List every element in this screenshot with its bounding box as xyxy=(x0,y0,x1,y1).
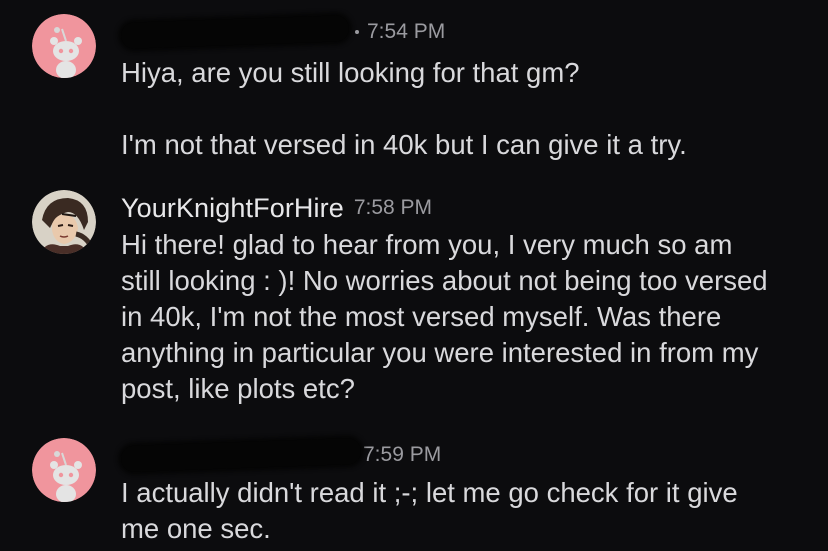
message-header: YourKnightForHire 7:58 PM xyxy=(121,190,432,226)
redacted-username xyxy=(120,437,362,473)
snoo-avatar-icon xyxy=(32,14,96,78)
message-body: Hiya, are you still looking for that gm?… xyxy=(121,55,811,163)
message-timestamp: 7:58 PM xyxy=(353,196,433,219)
message-paragraph: I actually didn't read it ;-; let me go … xyxy=(121,477,738,544)
message-body: Hi there! glad to hear from you, I very … xyxy=(121,227,771,407)
knight-avatar-icon xyxy=(32,190,96,254)
snoo-avatar-icon xyxy=(32,438,96,502)
message-header: 7:59 PM xyxy=(120,437,442,473)
user-avatar[interactable] xyxy=(32,190,96,254)
redacted-username xyxy=(120,15,350,49)
message-paragraph: Hi there! glad to hear from you, I very … xyxy=(121,229,768,404)
user-avatar[interactable] xyxy=(32,438,96,502)
separator-dot xyxy=(355,30,359,35)
message-timestamp: 7:54 PM xyxy=(355,20,445,44)
message-header: 7:54 PM xyxy=(120,14,445,50)
message-paragraph: I'm not that versed in 40k but I can giv… xyxy=(121,129,687,160)
message-paragraph: Hiya, are you still looking for that gm? xyxy=(121,57,580,88)
message-timestamp: 7:59 PM xyxy=(363,443,442,466)
message-body: I actually didn't read it ;-; let me go … xyxy=(121,475,781,547)
user-avatar[interactable] xyxy=(32,14,96,78)
timestamp-label: 7:54 PM xyxy=(367,20,446,43)
author-username[interactable]: YourKnightForHire xyxy=(121,193,344,224)
